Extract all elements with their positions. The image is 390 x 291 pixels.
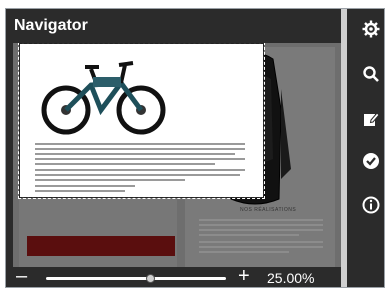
edit-button[interactable] <box>361 109 381 129</box>
zoom-slider-thumb[interactable] <box>145 274 155 283</box>
preview-red-block <box>27 236 175 256</box>
zoom-bar: – + 25.00% <box>6 265 341 287</box>
zoom-slider[interactable] <box>46 274 226 283</box>
settings-button[interactable] <box>361 19 381 39</box>
edit-icon <box>362 110 380 128</box>
panel-header: Navigator <box>6 9 341 43</box>
settings-gear-icon <box>362 20 380 38</box>
search-icon <box>362 65 380 83</box>
visible-area-rectangle[interactable] <box>18 43 265 199</box>
info-button[interactable] <box>361 195 381 215</box>
zoom-in-button[interactable]: + <box>238 265 250 287</box>
zoom-level-label: 25.00% <box>267 270 315 286</box>
check-circle-icon <box>362 152 380 170</box>
right-page-caption: NOS RÉALISATIONS <box>240 207 297 213</box>
navigator-panel: Navigator NOS RÉALISATIONS – + 25.00% <box>5 8 385 288</box>
bicycle-image <box>41 61 166 135</box>
check-button[interactable] <box>361 151 381 171</box>
info-icon <box>362 196 380 214</box>
page-preview[interactable]: NOS RÉALISATIONS <box>13 43 341 267</box>
tool-sidebar <box>341 9 384 287</box>
zoom-out-button[interactable]: – <box>16 265 27 287</box>
panel-title: Navigator <box>14 17 88 34</box>
search-button[interactable] <box>361 64 381 84</box>
